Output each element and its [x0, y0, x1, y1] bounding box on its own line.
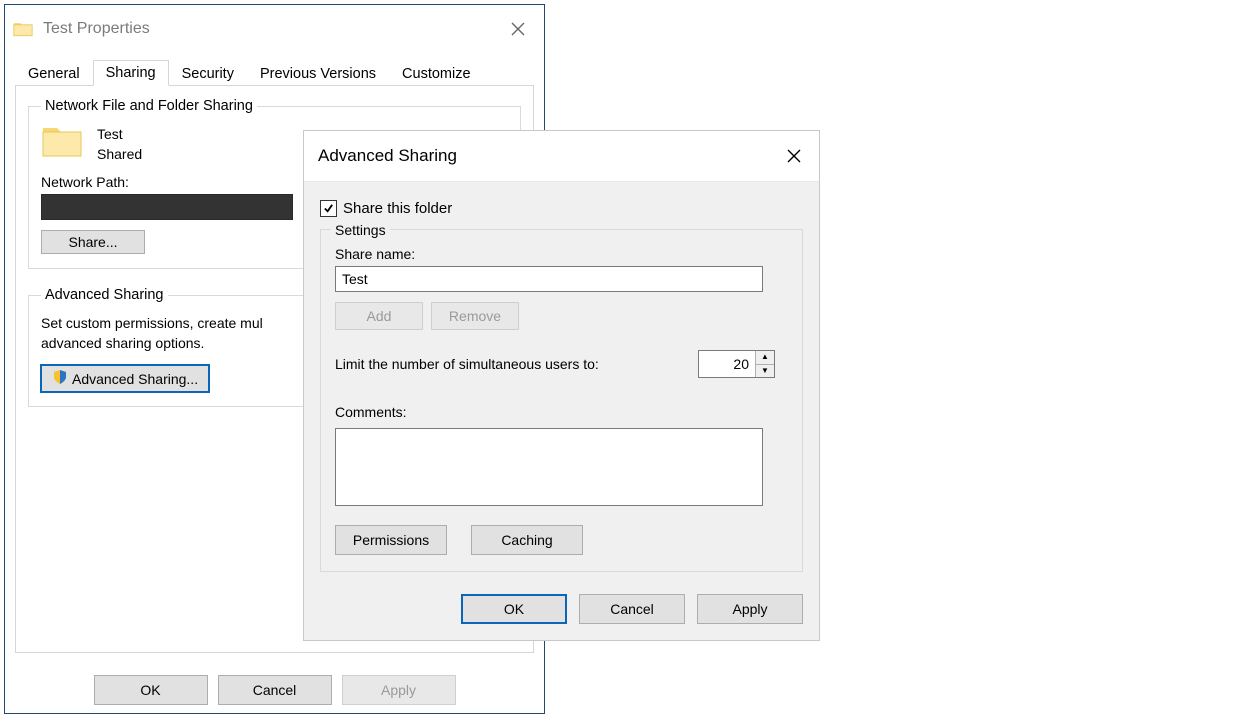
- share-this-folder-label: Share this folder: [343, 200, 452, 217]
- settings-group: Settings Share name: Add Remove Limit th…: [320, 229, 803, 572]
- tab-strip: General Sharing Security Previous Versio…: [5, 57, 544, 85]
- tab-sharing[interactable]: Sharing: [93, 60, 169, 86]
- advanced-sharing-body: Share this folder Settings Share name: A…: [304, 182, 819, 640]
- tab-general[interactable]: General: [15, 61, 93, 86]
- spinner-up-icon[interactable]: ▲: [756, 351, 774, 365]
- folder-icon: [13, 19, 33, 39]
- advanced-sharing-button-label: Advanced Sharing...: [72, 371, 198, 387]
- advanced-sharing-button-row: OK Cancel Apply: [320, 594, 803, 624]
- advanced-sharing-window: Advanced Sharing Share this folder Setti…: [303, 130, 820, 641]
- ok-button[interactable]: OK: [94, 675, 208, 705]
- remove-button[interactable]: Remove: [431, 302, 519, 330]
- apply-button[interactable]: Apply: [342, 675, 456, 705]
- network-path-value[interactable]: [41, 194, 293, 220]
- properties-titlebar: Test Properties: [5, 5, 544, 53]
- spinner-down-icon[interactable]: ▼: [756, 365, 774, 378]
- settings-legend: Settings: [331, 222, 390, 238]
- add-button[interactable]: Add: [335, 302, 423, 330]
- permissions-button[interactable]: Permissions: [335, 525, 447, 555]
- advanced-sharing-titlebar: Advanced Sharing: [304, 131, 819, 182]
- folder-icon: [41, 124, 83, 160]
- advanced-sharing-title: Advanced Sharing: [318, 146, 773, 166]
- share-this-folder-row[interactable]: Share this folder: [320, 200, 803, 217]
- apply-button[interactable]: Apply: [697, 594, 803, 624]
- properties-button-row: OK Cancel Apply: [5, 675, 544, 705]
- limit-users-spinner[interactable]: ▲ ▼: [698, 350, 775, 378]
- advanced-sharing-button[interactable]: Advanced Sharing...: [41, 365, 209, 392]
- comments-label: Comments:: [335, 404, 788, 420]
- folder-name-label: Test: [97, 124, 142, 144]
- shield-icon: [52, 369, 68, 388]
- comments-input[interactable]: [335, 428, 763, 506]
- cancel-button[interactable]: Cancel: [579, 594, 685, 624]
- close-icon[interactable]: [498, 9, 538, 49]
- limit-users-label: Limit the number of simultaneous users t…: [335, 356, 599, 372]
- share-button[interactable]: Share...: [41, 230, 145, 254]
- share-name-label: Share name:: [335, 246, 788, 262]
- caching-button[interactable]: Caching: [471, 525, 583, 555]
- share-this-folder-checkbox[interactable]: [320, 200, 337, 217]
- advanced-sharing-legend: Advanced Sharing: [41, 287, 168, 303]
- tab-customize[interactable]: Customize: [389, 61, 484, 86]
- close-icon[interactable]: [773, 135, 815, 177]
- network-sharing-legend: Network File and Folder Sharing: [41, 98, 257, 114]
- tab-security[interactable]: Security: [169, 61, 247, 86]
- share-status-label: Shared: [97, 144, 142, 164]
- properties-title: Test Properties: [43, 20, 498, 38]
- cancel-button[interactable]: Cancel: [218, 675, 332, 705]
- ok-button[interactable]: OK: [461, 594, 567, 624]
- share-name-input[interactable]: [335, 266, 763, 292]
- tab-previous-versions[interactable]: Previous Versions: [247, 61, 389, 86]
- limit-users-input[interactable]: [699, 351, 755, 377]
